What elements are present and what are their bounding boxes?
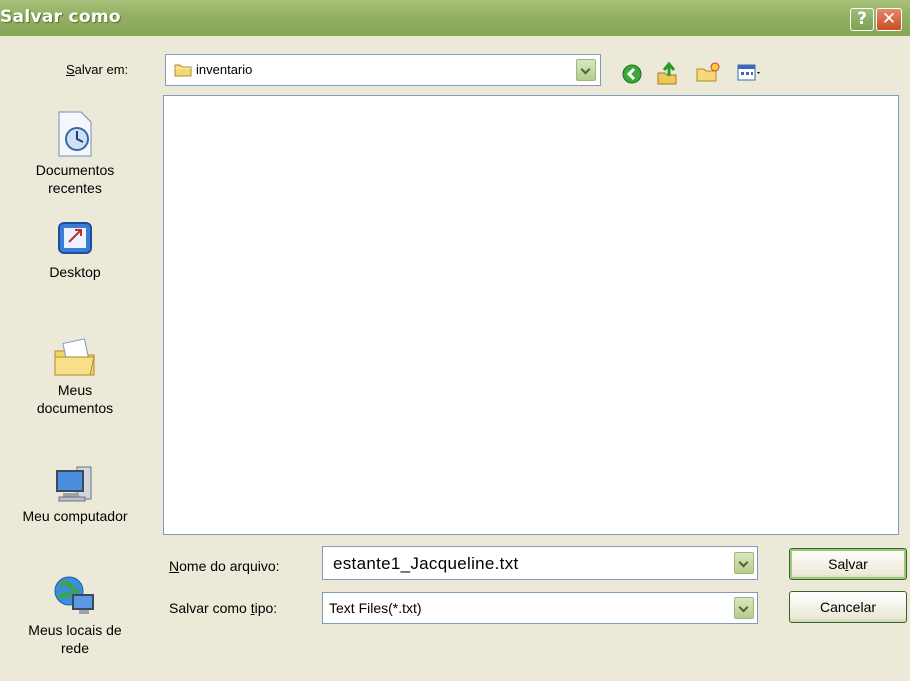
place-my-documents[interactable]: Meus documentos — [0, 335, 150, 417]
new-folder-icon[interactable] — [695, 61, 721, 83]
place-desktop[interactable]: Desktop — [0, 217, 150, 281]
back-icon[interactable] — [621, 63, 643, 85]
folder-icon — [174, 64, 192, 77]
network-places-icon — [54, 576, 94, 614]
save-in-dropdown-button[interactable] — [576, 59, 596, 81]
my-documents-icon — [54, 338, 95, 376]
my-computer-icon — [56, 466, 92, 502]
save-in-combo[interactable]: inventario — [165, 54, 601, 86]
file-type-select[interactable]: Text Files(*.txt) — [322, 592, 758, 624]
view-menu-icon[interactable] — [737, 64, 763, 82]
desktop-icon — [58, 222, 92, 254]
file-list[interactable] — [163, 95, 899, 535]
file-type-label: Salvar como tipo: — [169, 600, 278, 616]
cancel-button[interactable]: Cancelar — [789, 591, 907, 623]
file-name-dropdown-button[interactable] — [734, 552, 754, 574]
close-button[interactable]: ✕ — [876, 8, 902, 31]
file-name-value: estante1_Jacqueline.txt — [333, 554, 519, 573]
help-button[interactable]: ? — [850, 8, 874, 31]
place-network-places[interactable]: Meus locais de rede — [0, 573, 150, 657]
title-bar: Salvar como ? ✕ — [0, 0, 910, 36]
file-type-value: Text Files(*.txt) — [329, 600, 422, 616]
file-name-label: Nome do arquivo: — [169, 558, 280, 574]
save-in-value: inventario — [196, 62, 253, 77]
save-in-label: Salvar em: — [66, 62, 129, 77]
up-folder-icon[interactable] — [655, 60, 679, 86]
window-title: Salvar como — [0, 7, 121, 27]
file-name-input[interactable]: estante1_Jacqueline.txt — [322, 546, 758, 580]
save-button[interactable]: Salvar — [789, 548, 907, 580]
recent-documents-icon — [58, 111, 92, 157]
places-bar: Documentos recentes Desktop Meus documen… — [0, 95, 150, 681]
place-recent-documents[interactable]: Documentos recentes — [0, 109, 150, 197]
file-type-dropdown-button[interactable] — [734, 597, 754, 619]
place-my-computer[interactable]: Meu computador — [0, 463, 150, 525]
